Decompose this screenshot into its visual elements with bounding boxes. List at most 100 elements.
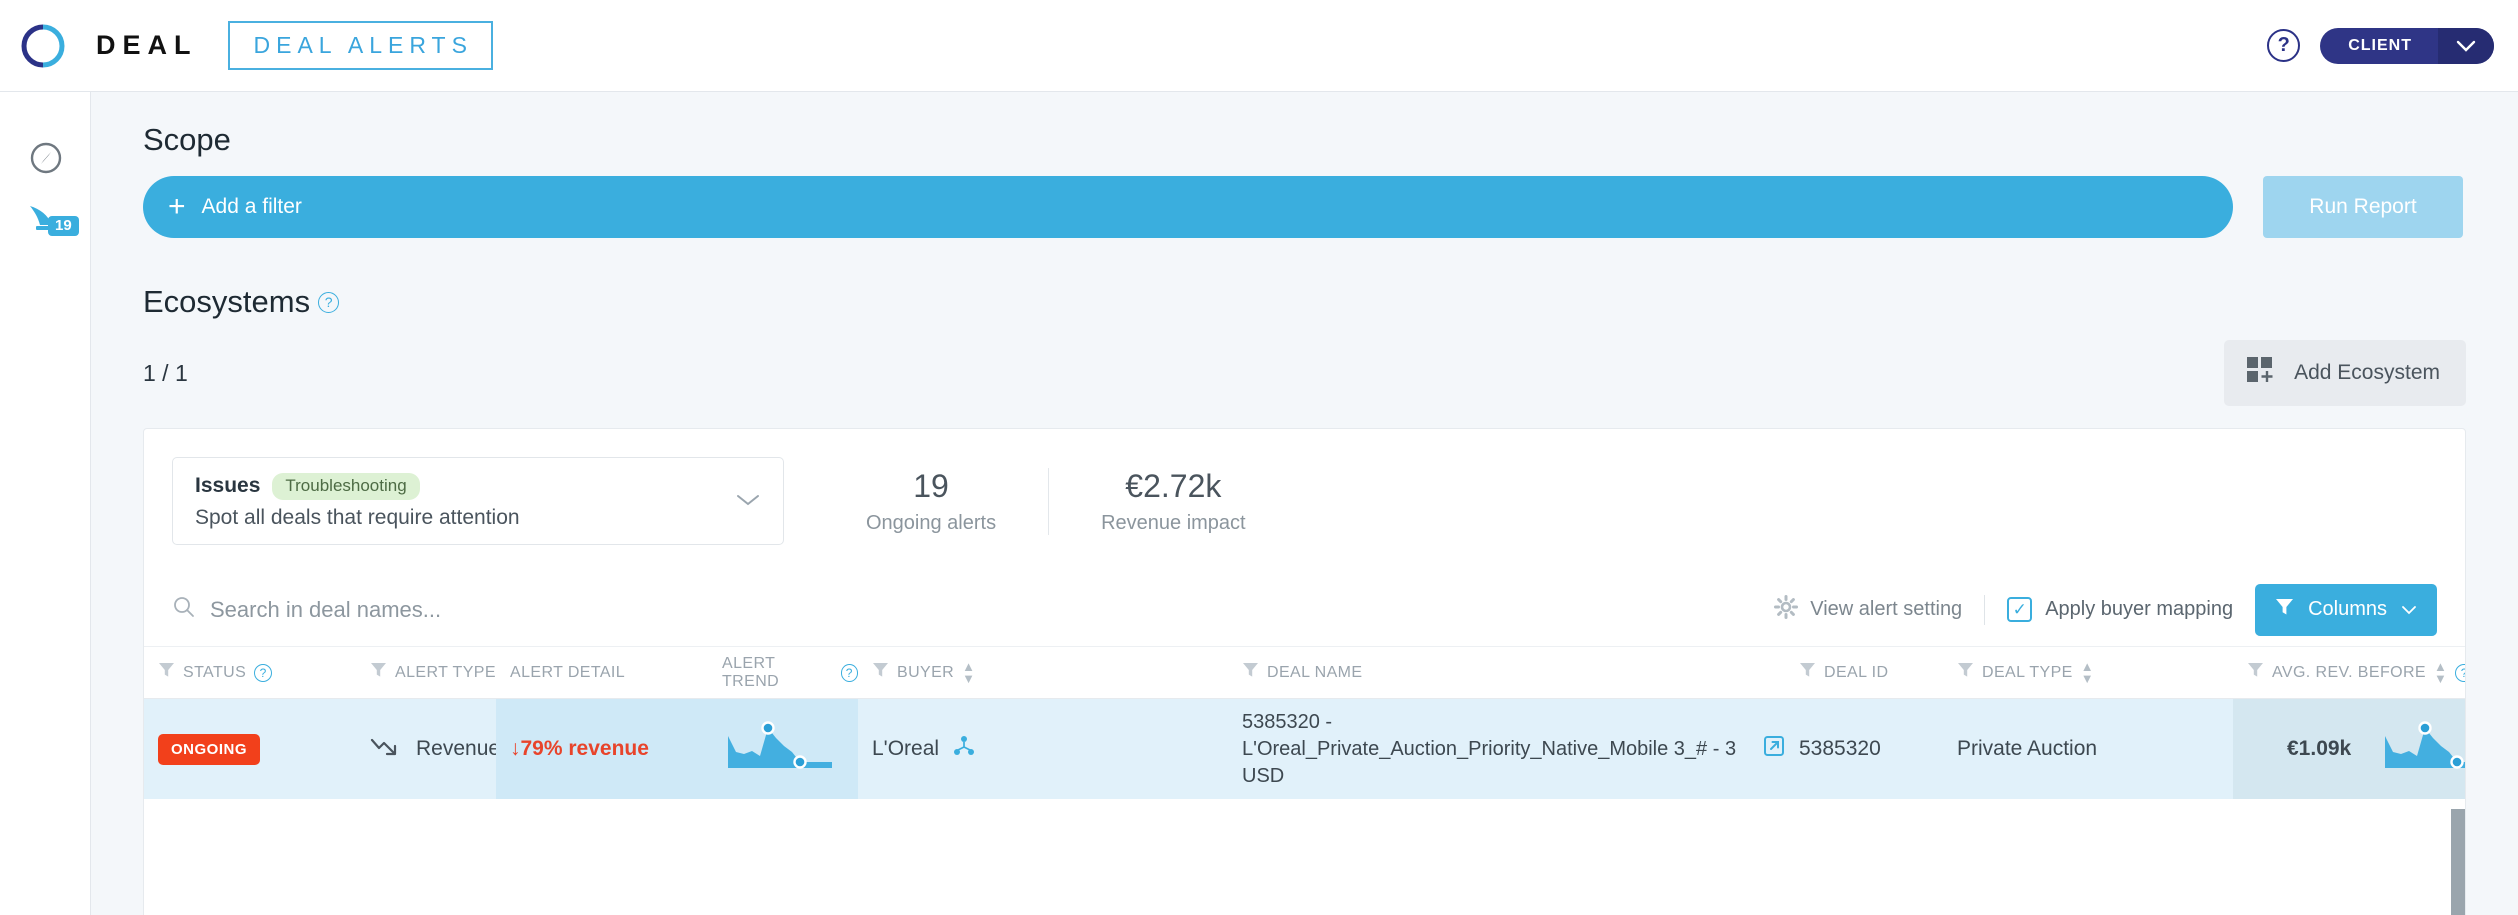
avg-rev-value: €1.09k [2287, 737, 2352, 760]
column-header-alert-trend[interactable]: ALERT TREND ? [708, 647, 858, 698]
header-actions: ? CLIENT [2267, 27, 2494, 64]
question-circle-icon[interactable]: ? [2455, 663, 2465, 682]
app-header: DEAL DEAL ALERTS ? CLIENT [0, 0, 2518, 92]
ecosystems-title: Ecosystems [143, 284, 311, 319]
sort-toggle-icon[interactable]: ▲ ▼ [962, 660, 975, 685]
cell-avg-rev-before: €1.09k [2233, 699, 2465, 799]
cell-alert-type: Revenue drop [356, 699, 548, 799]
buyer-label: L'Oreal [872, 737, 940, 760]
external-link-icon[interactable] [1763, 735, 1785, 763]
column-header-alert-type[interactable]: ALERT TYPE [356, 647, 496, 698]
scope-row: + Add a filter Run Report [143, 176, 2463, 238]
table-scrollbar-thumb[interactable] [2451, 809, 2465, 915]
column-header-deal-type[interactable]: DEAL TYPE ▲ ▼ [1943, 647, 2233, 698]
ecosystems-subrow: 1 / 1 Add Ecosystem [143, 340, 2466, 406]
column-header-label: DEAL ID [1824, 663, 1889, 681]
client-selector[interactable]: CLIENT [2320, 27, 2494, 64]
question-circle-icon[interactable]: ? [318, 291, 340, 313]
cell-deal-id: 5385320 [1799, 737, 1881, 760]
column-header-deal-id[interactable]: DEAL ID [1785, 647, 1943, 698]
metric-label: Ongoing alerts [866, 511, 997, 534]
add-filter-label: Add a filter [201, 195, 302, 218]
question-circle-icon[interactable]: ? [840, 663, 858, 682]
column-header-label: ALERT TYPE [395, 663, 496, 681]
view-alert-setting-label: View alert setting [1810, 598, 1963, 620]
cell-buyer: L'Oreal [858, 699, 1228, 799]
chevron-down-icon [2401, 598, 2417, 621]
issues-description: Spot all deals that require attention [195, 505, 520, 529]
metric-value: 19 [913, 467, 949, 504]
funnel-icon[interactable] [1957, 661, 1974, 684]
column-header-label: AVG. REV. BEFORE [2272, 663, 2427, 681]
column-header-label: ALERT TREND [722, 654, 780, 690]
columns-button[interactable]: Columns [2255, 583, 2437, 636]
card-summary: Issues Troubleshooting Spot all deals th… [144, 429, 2465, 573]
funnel-icon[interactable] [872, 661, 889, 684]
question-circle-icon[interactable]: ? [254, 663, 273, 682]
search-icon [172, 595, 196, 624]
app-logo-icon [20, 23, 66, 69]
brand-name: DEAL [96, 30, 198, 60]
plus-icon: + [168, 190, 186, 223]
funnel-icon [2275, 597, 2294, 623]
ecosystems-count: 1 / 1 [143, 359, 188, 386]
cell-deal-name: 5385320 - L'Oreal_Private_Auction_Priori… [1228, 699, 1785, 799]
sidebar-item-alerts[interactable]: 19 [0, 188, 91, 248]
sparkline-icon [2379, 718, 2465, 780]
add-ecosystem-button[interactable]: Add Ecosystem [2224, 340, 2466, 406]
sidebar-item-explore[interactable] [0, 128, 91, 188]
checkbox-checked-icon[interactable]: ✓ [2007, 597, 2033, 622]
table-toolbar: View alert setting ✓ Apply buyer mapping… [144, 573, 2465, 647]
add-filter-button[interactable]: + Add a filter [143, 176, 2233, 238]
metric-label: Revenue impact [1101, 511, 1246, 534]
client-selector-label: CLIENT [2348, 36, 2412, 54]
gear-icon [1774, 594, 1799, 625]
metric-ongoing-alerts: 19 Ongoing alerts [814, 468, 1048, 535]
funnel-icon[interactable] [158, 661, 175, 684]
deal-name-label: 5385320 - L'Oreal_Private_Auction_Priori… [1242, 710, 1737, 787]
main-content: Scope + Add a filter Run Report Ecosyste… [91, 92, 2518, 915]
apply-buyer-mapping-label: Apply buyer mapping [2045, 598, 2234, 620]
ecosystem-card: Issues Troubleshooting Spot all deals th… [143, 428, 2466, 915]
trend-down-icon [370, 734, 400, 764]
issues-tag: Troubleshooting [272, 472, 420, 500]
sort-toggle-icon[interactable]: ▲ ▼ [2081, 660, 2094, 685]
column-header-avg-rev-before[interactable]: AVG. REV. BEFORE ▲▼ ? [2233, 647, 2465, 698]
view-alert-setting-button[interactable]: View alert setting [1774, 594, 1963, 625]
grid-plus-icon [2246, 355, 2276, 391]
ecosystems-heading: Ecosystems ? [143, 284, 2518, 320]
column-header-status[interactable]: STATUS ? [144, 647, 356, 698]
compass-icon [30, 142, 61, 174]
sparkline-icon [722, 718, 842, 780]
column-header-buyer[interactable]: BUYER ▲ ▼ [858, 647, 1228, 698]
table-header: STATUS ? ALERT TYPE ALERT DETAIL ALERT T… [144, 647, 2465, 699]
cell-alert-detail: ↓79% revenue [496, 699, 708, 799]
help-icon[interactable]: ? [2267, 29, 2301, 62]
chevron-down-icon[interactable] [735, 491, 761, 512]
run-report-button[interactable]: Run Report [2263, 176, 2463, 238]
apply-buyer-mapping-toggle[interactable]: ✓ Apply buyer mapping [2007, 597, 2233, 622]
column-header-alert-detail[interactable]: ALERT DETAIL [496, 647, 708, 698]
metrics: 19 Ongoing alerts €2.72k Revenue impact [814, 467, 1298, 535]
chevron-down-icon [2438, 27, 2494, 64]
cell-deal-type: Private Auction [1957, 737, 2098, 760]
alert-detail-value: ↓79% revenue [510, 737, 649, 760]
toolbar-divider [1984, 594, 1986, 625]
issues-label: Issues [195, 474, 261, 497]
cell-status: ONGOING [144, 699, 356, 799]
column-header-label: DEAL NAME [1267, 663, 1363, 681]
funnel-icon[interactable] [370, 661, 387, 684]
funnel-icon[interactable] [2247, 661, 2264, 684]
search-input[interactable] [210, 596, 810, 623]
sidebar: 19 [0, 92, 91, 915]
column-header-deal-name[interactable]: DEAL NAME [1228, 647, 1785, 698]
status-badge: ONGOING [158, 733, 261, 765]
alerts-badge: 19 [48, 216, 79, 236]
funnel-icon[interactable] [1242, 661, 1259, 684]
funnel-icon[interactable] [1799, 661, 1816, 684]
issues-selector[interactable]: Issues Troubleshooting Spot all deals th… [172, 457, 784, 545]
column-header-label: BUYER [897, 663, 955, 681]
toolbar-actions: View alert setting ✓ Apply buyer mapping… [1774, 583, 2437, 636]
table-row[interactable]: ONGOING Revenue drop ↓79% revenue L'Orea… [144, 699, 2465, 799]
sort-toggle-icon[interactable]: ▲ ▼ [2434, 660, 2447, 685]
